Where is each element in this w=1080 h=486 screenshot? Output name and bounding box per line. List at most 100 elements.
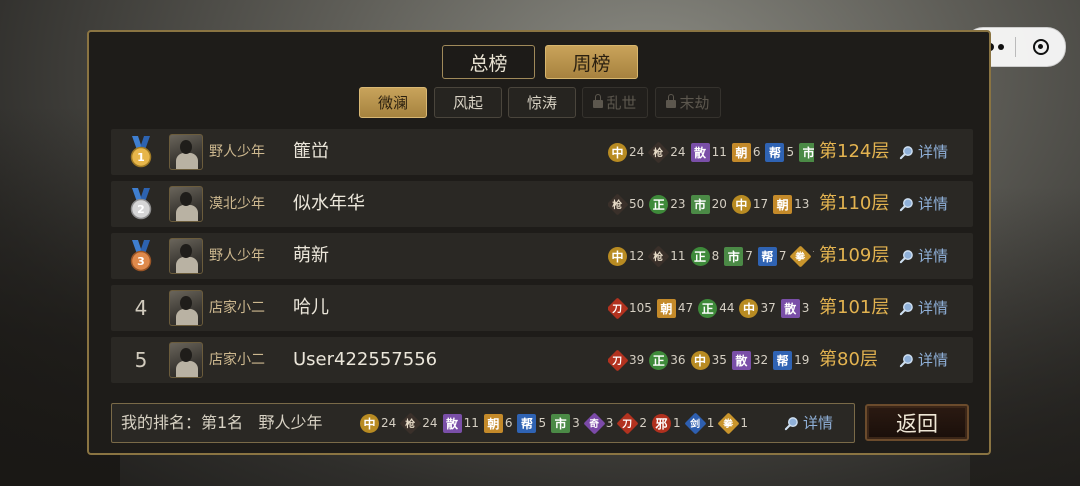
skill-count: 6 — [504, 416, 513, 430]
avatar — [169, 134, 203, 170]
detail-link[interactable]: 详情 — [899, 337, 948, 383]
skill-blade: 刀 39 — [608, 348, 644, 372]
detail-label: 详情 — [918, 195, 949, 213]
qi-skill-icon: 奇 — [583, 411, 606, 435]
my-detail-link[interactable]: 详情 — [784, 404, 833, 442]
player-title: 店家小二 — [209, 352, 265, 368]
detail-link[interactable]: 详情 — [899, 181, 948, 227]
my-rank-bar: 我的排名：第1名 野人少年 中 24 枪 24 散 11 朝 6 帮 5 市 3 奇 3 刀 2 邪 1 剑 1 拳 1 … — [111, 403, 855, 443]
avatar — [169, 342, 203, 378]
skill-count: 5 — [786, 145, 795, 159]
skill-count: 105 — [629, 301, 652, 315]
leaderboard-panel: 总榜 周榜 微澜 风起 惊涛 乱世 末劫 1 野人少年 篚峃中 24 枪 24 散 11 朝 6… — [87, 30, 991, 455]
player-title: 野人少年 — [209, 144, 265, 160]
san-skill-icon: 散 — [780, 298, 800, 318]
skill-sword: 剑1 — [684, 411, 714, 435]
chao-skill-icon: 朝 — [773, 194, 793, 214]
zhong-skill-icon: 中 — [731, 194, 751, 214]
chao-skill-icon: 朝 — [731, 142, 751, 162]
skill-zhong: 中 17 — [731, 194, 769, 214]
skill-count: 3 — [572, 416, 580, 430]
floor-level: 第110层 — [819, 193, 890, 214]
svg-text:2: 2 — [137, 203, 145, 216]
skill-zheng: 正 44 — [698, 298, 735, 318]
tab-total[interactable]: 总榜 — [442, 45, 535, 79]
chao-skill-icon: 朝 — [656, 298, 676, 318]
spear-skill-icon: 枪 — [399, 411, 422, 435]
player-title: 漠北少年 — [209, 196, 265, 212]
skill-shi: 市7 — [724, 246, 753, 266]
floor-level: 第124层 — [819, 141, 890, 162]
skill-count: 19 — [794, 353, 810, 367]
player-title: 野人少年 — [209, 248, 265, 264]
player-name: 哈儿 — [293, 297, 329, 318]
skill-zheng: 正8 — [690, 246, 720, 266]
skill-shi: 市 — [799, 142, 814, 162]
detail-link[interactable]: 详情 — [899, 129, 948, 175]
player-title: 店家小二 — [209, 300, 265, 316]
bang-skill-icon: 帮 — [773, 350, 793, 370]
subtab-fengqi[interactable]: 风起 — [434, 87, 502, 118]
skill-chao: 朝6 — [483, 413, 513, 433]
detail-link[interactable]: 详情 — [899, 233, 948, 279]
spear-skill-icon: 枪 — [647, 140, 670, 164]
my-rank-text: 我的排名：第1名 — [121, 413, 244, 432]
skill-bang: 帮5 — [517, 413, 546, 433]
san-skill-icon: 散 — [690, 142, 710, 162]
skill-bang: 帮5 — [765, 142, 795, 162]
skill-zheng: 正 36 — [649, 350, 686, 370]
detail-link[interactable]: 详情 — [899, 285, 948, 331]
skill-count: 32 — [752, 353, 769, 367]
skill-zhong: 中 37 — [739, 298, 776, 318]
subtab-weilan[interactable]: 微澜 — [359, 87, 427, 118]
skill-count: 36 — [670, 353, 686, 367]
avatar — [169, 186, 203, 222]
floor-level: 第109层 — [819, 245, 890, 266]
skill-spear: 枪 11 — [647, 244, 686, 268]
spear-skill-icon: 枪 — [647, 244, 670, 268]
zhong-skill-icon: 中 — [739, 298, 759, 318]
subtab-luanshi[interactable]: 乱世 — [582, 87, 648, 118]
leaderboard-row: 3野人少年萌新中12枪11正8市7帮7拳7第109层详情 — [111, 233, 973, 279]
zhong-skill-icon: 中 — [360, 413, 379, 433]
target-circle-icon[interactable] — [1016, 39, 1065, 55]
back-button[interactable]: 返回 — [865, 404, 969, 441]
floor-level: 第80层 — [819, 349, 878, 370]
magnifier-icon — [899, 301, 913, 315]
magnifier-icon — [899, 197, 913, 211]
shi-skill-icon: 市 — [724, 246, 744, 266]
sword-skill-icon: 剑 — [684, 411, 707, 435]
leaderboard-row: 5 店家小二 User422557556 刀 39 正 36 中 35 散 32 帮 19 第80层 详情 — [111, 337, 973, 383]
fist-skill-icon: 拳 — [789, 244, 813, 268]
skill-count: 8 — [711, 249, 720, 263]
subtab-jingtao[interactable]: 惊涛 — [508, 87, 576, 118]
subtab-mojie[interactable]: 末劫 — [655, 87, 721, 118]
spear-skill-icon: 枪 — [608, 192, 629, 216]
leaderboard-row: 4 店家小二 哈儿刀 105 朝 47 正 44 中 37 散 3 第101层 详情 — [111, 285, 973, 331]
skill-qi: 奇3 — [583, 411, 613, 435]
shi-skill-icon: 市 — [551, 413, 571, 433]
skill-count: 1 — [673, 416, 681, 430]
fist-skill-icon: 拳 — [717, 411, 740, 435]
skill-zhong: 中 24 — [360, 413, 396, 433]
my-rank-label: 我的排名：第1名 野人少年 — [121, 404, 322, 442]
skill-count: 24 — [670, 145, 686, 159]
skill-zheng: 正 23 — [649, 194, 686, 214]
blade-skill-icon: 刀 — [608, 296, 629, 320]
lock-icon — [593, 93, 604, 108]
skill-count: 2 — [639, 416, 648, 430]
skill-count: 17 — [752, 197, 769, 211]
skill-count: 7 — [745, 249, 753, 263]
shi-skill-icon: 市 — [799, 142, 814, 162]
medal-silver-icon: 2 — [130, 188, 152, 220]
tab-weekly[interactable]: 周榜 — [545, 45, 638, 79]
subtab-label: 乱世 — [606, 94, 637, 112]
player-name: User422557556 — [293, 349, 438, 370]
zhong-skill-icon: 中 — [608, 142, 627, 162]
skill-list: 刀 39 正 36 中 35 散 32 帮 19 — [608, 337, 814, 383]
skill-count: 44 — [719, 301, 735, 315]
detail-label: 详情 — [918, 299, 949, 317]
detail-label: 详情 — [918, 351, 949, 369]
rank-number: 4 — [134, 296, 148, 320]
leaderboard-row: 2 漠北少年 似水年华枪 50 正 23 市 20 中 17 朝 13 第110层 详情 — [111, 181, 973, 227]
